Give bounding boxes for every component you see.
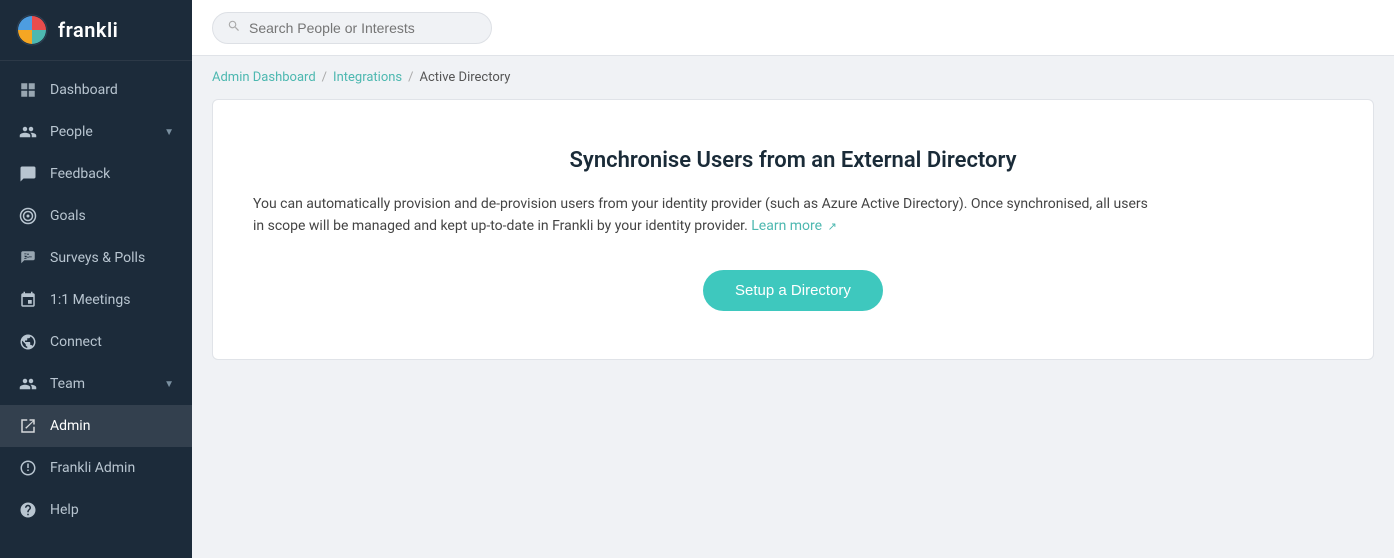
breadcrumb-admin-dashboard[interactable]: Admin Dashboard: [212, 70, 316, 85]
frankli-admin-icon: [18, 458, 38, 478]
sidebar-item-admin-label: Admin: [50, 418, 174, 434]
main-area: Admin Dashboard / Integrations / Active …: [192, 0, 1394, 558]
sidebar-item-meetings[interactable]: 1:1 Meetings: [0, 279, 192, 321]
sidebar-item-people[interactable]: People ▼: [0, 111, 192, 153]
breadcrumb-active-directory: Active Directory: [420, 70, 511, 85]
card-description-text: You can automatically provision and de-p…: [253, 196, 1148, 234]
breadcrumb-integrations[interactable]: Integrations: [333, 70, 402, 85]
external-link-icon: ↗: [828, 220, 837, 233]
connect-icon: [18, 332, 38, 352]
sidebar-item-surveys[interactable]: Surveys & Polls: [0, 237, 192, 279]
logo-area: frankli: [0, 0, 192, 61]
sidebar-nav: Dashboard People ▼ Feedback Goals: [0, 61, 192, 558]
learn-more-link[interactable]: Learn more ↗: [751, 218, 837, 234]
surveys-icon: [18, 248, 38, 268]
meetings-icon: [18, 290, 38, 310]
feedback-icon: [18, 164, 38, 184]
sidebar-item-meetings-label: 1:1 Meetings: [50, 292, 174, 308]
search-bar[interactable]: [212, 12, 492, 44]
sidebar-item-frankli-admin[interactable]: Frankli Admin: [0, 447, 192, 489]
sidebar: frankli Dashboard People ▼ Feedback: [0, 0, 192, 558]
breadcrumb-sep-1: /: [322, 70, 327, 85]
sidebar-item-goals-label: Goals: [50, 208, 174, 224]
content-area: Admin Dashboard / Integrations / Active …: [192, 56, 1394, 558]
sidebar-item-dashboard[interactable]: Dashboard: [0, 69, 192, 111]
help-icon: [18, 500, 38, 520]
sidebar-item-dashboard-label: Dashboard: [50, 82, 174, 98]
breadcrumb: Admin Dashboard / Integrations / Active …: [192, 56, 1394, 95]
sidebar-item-feedback[interactable]: Feedback: [0, 153, 192, 195]
frankli-logo-icon: [16, 14, 48, 46]
sidebar-item-feedback-label: Feedback: [50, 166, 174, 182]
logo-text: frankli: [58, 18, 118, 42]
dashboard-icon: [18, 80, 38, 100]
sidebar-item-connect-label: Connect: [50, 334, 174, 350]
sidebar-item-connect[interactable]: Connect: [0, 321, 192, 363]
sidebar-item-help[interactable]: Help: [0, 489, 192, 531]
sidebar-item-help-label: Help: [50, 502, 174, 518]
card-title: Synchronise Users from an External Direc…: [253, 148, 1333, 173]
breadcrumb-sep-2: /: [408, 70, 413, 85]
card-action-area: Setup a Directory: [253, 270, 1333, 311]
people-chevron-icon: ▼: [164, 127, 174, 138]
admin-icon: [18, 416, 38, 436]
team-icon: [18, 374, 38, 394]
topbar: [192, 0, 1394, 56]
sidebar-item-goals[interactable]: Goals: [0, 195, 192, 237]
search-input[interactable]: [249, 20, 477, 36]
card-description: You can automatically provision and de-p…: [253, 193, 1153, 238]
sidebar-item-people-label: People: [50, 124, 152, 140]
goals-icon: [18, 206, 38, 226]
sync-card: Synchronise Users from an External Direc…: [212, 99, 1374, 360]
sidebar-item-admin[interactable]: Admin: [0, 405, 192, 447]
sidebar-item-surveys-label: Surveys & Polls: [50, 250, 174, 266]
search-icon: [227, 19, 241, 37]
setup-directory-button[interactable]: Setup a Directory: [703, 270, 883, 311]
team-chevron-icon: ▼: [164, 379, 174, 390]
sidebar-item-team[interactable]: Team ▼: [0, 363, 192, 405]
people-icon: [18, 122, 38, 142]
sidebar-item-frankli-admin-label: Frankli Admin: [50, 460, 174, 476]
sidebar-item-team-label: Team: [50, 376, 152, 392]
